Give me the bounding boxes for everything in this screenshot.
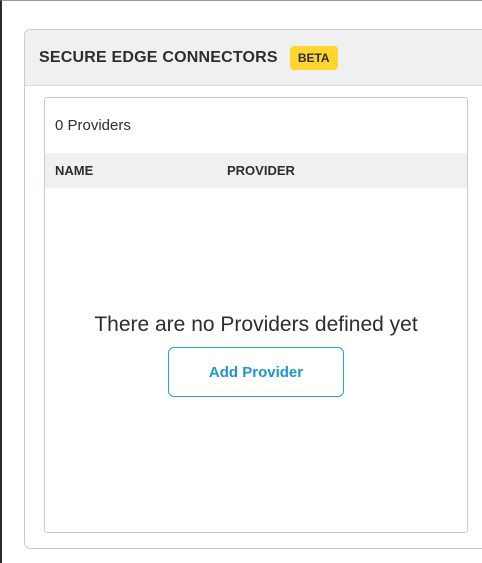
secure-edge-connectors-panel: SECURE EDGE CONNECTORS BETA 0 Providers … [24,29,482,549]
providers-table-header: NAME PROVIDER [45,153,467,188]
add-provider-button[interactable]: Add Provider [168,347,344,397]
providers-card: 0 Providers NAME PROVIDER There are no P… [44,97,468,533]
providers-count: 0 Providers [55,117,131,134]
empty-state: There are no Providers defined yet Add P… [45,313,467,397]
column-header-provider[interactable]: PROVIDER [227,163,295,178]
column-header-name[interactable]: NAME [45,163,227,178]
page: SECURE EDGE CONNECTORS BETA 0 Providers … [0,0,482,563]
beta-badge: BETA [289,45,338,70]
panel-title: SECURE EDGE CONNECTORS [39,48,278,66]
panel-header: SECURE EDGE CONNECTORS BETA [25,30,482,86]
empty-state-message: There are no Providers defined yet [94,313,418,336]
